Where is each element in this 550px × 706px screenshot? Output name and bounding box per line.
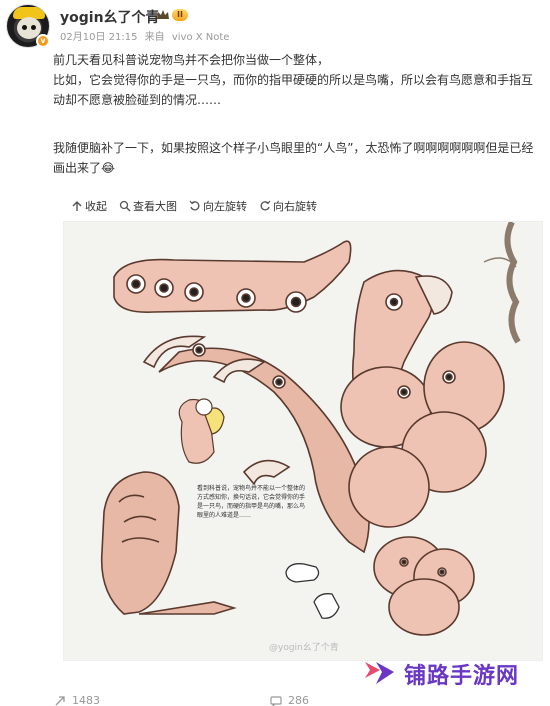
comment-count: 286 [288, 694, 309, 706]
level-label: II [172, 9, 188, 21]
rope [483, 222, 521, 344]
crown-icon [157, 10, 169, 19]
post-header: v yogin幺了个青 II 02月10日 21:15 来自 vivo X No… [6, 4, 546, 48]
collapse-label: 收起 [85, 200, 107, 213]
image-toolbar: 收起 查看大图 向左旋转 向右旋转 [71, 198, 317, 214]
avatar-eye-right [31, 25, 36, 30]
source-device: vivo X Note [171, 32, 230, 43]
view-large-label: 查看大图 [133, 200, 177, 213]
post-actions: 1483 286 [54, 694, 309, 706]
comment-icon [270, 695, 282, 706]
post-date[interactable]: 02月10日 21:15 [60, 32, 137, 43]
repost-count: 1483 [72, 694, 100, 706]
repost-icon [55, 695, 65, 705]
avatar-eye-left [22, 25, 27, 30]
bird-cluster [373, 536, 475, 636]
hand-gestures [285, 563, 340, 619]
view-large-button[interactable]: 查看大图 [119, 198, 177, 214]
comment-button[interactable]: 286 [270, 694, 309, 706]
image-watermark: @yogin幺了个青 [269, 643, 339, 653]
collapse-button[interactable]: 收起 [71, 198, 107, 214]
finger-bird-horizontal [113, 240, 352, 314]
rotate-right-label: 向右旋转 [273, 200, 317, 213]
source-prefix: 来自 [144, 32, 165, 43]
post-text-paragraph3: 我随便脑补了一下，如果按照这个样子小鸟眼里的“人鸟”，太恐怖了啊啊啊啊啊啊但是已… [53, 141, 534, 175]
collapse-arrow-icon [72, 201, 82, 211]
parrot-stack [340, 269, 505, 528]
rotate-left-button[interactable]: 向左旋转 [189, 198, 247, 214]
rotate-left-icon [189, 200, 200, 211]
username[interactable]: yogin幺了个青 [60, 7, 160, 27]
site-logo-icon [365, 662, 394, 684]
post-text-line1: 前几天看见科普说宠物鸟并不会把你当做一个整体， [53, 53, 330, 67]
site-logo-text: 铺路手游网 [404, 664, 520, 689]
post-illustration[interactable]: 看到科普说，宠物鸟并不能以一个整体的方式感知你，换句话说，它会觉得你的手是一只鸟… [63, 221, 543, 661]
illustration-note: 看到科普说，宠物鸟并不能以一个整体的方式感知你，换句话说，它会觉得你的手是一只鸟… [197, 485, 306, 519]
repost-button[interactable]: 1483 [54, 694, 100, 706]
rotate-right-button[interactable]: 向右旋转 [259, 198, 317, 214]
search-icon [119, 200, 131, 212]
illustration-drawing [100, 222, 521, 636]
small-figure [178, 398, 225, 464]
post-meta: 02月10日 21:15 来自 vivo X Note [60, 28, 233, 43]
site-logo: 铺路手游网 [362, 656, 519, 692]
level-badge: II [156, 9, 188, 21]
rotate-left-label: 向左旋转 [203, 200, 247, 213]
verified-badge-icon: v [36, 34, 50, 48]
rotate-right-icon [260, 200, 271, 211]
post-text-paragraph2: 比如，它会觉得你的手是一只鸟，而你的指甲硬硬的所以是鸟嘴，所以会有鸟愿意和手指互… [53, 73, 534, 107]
